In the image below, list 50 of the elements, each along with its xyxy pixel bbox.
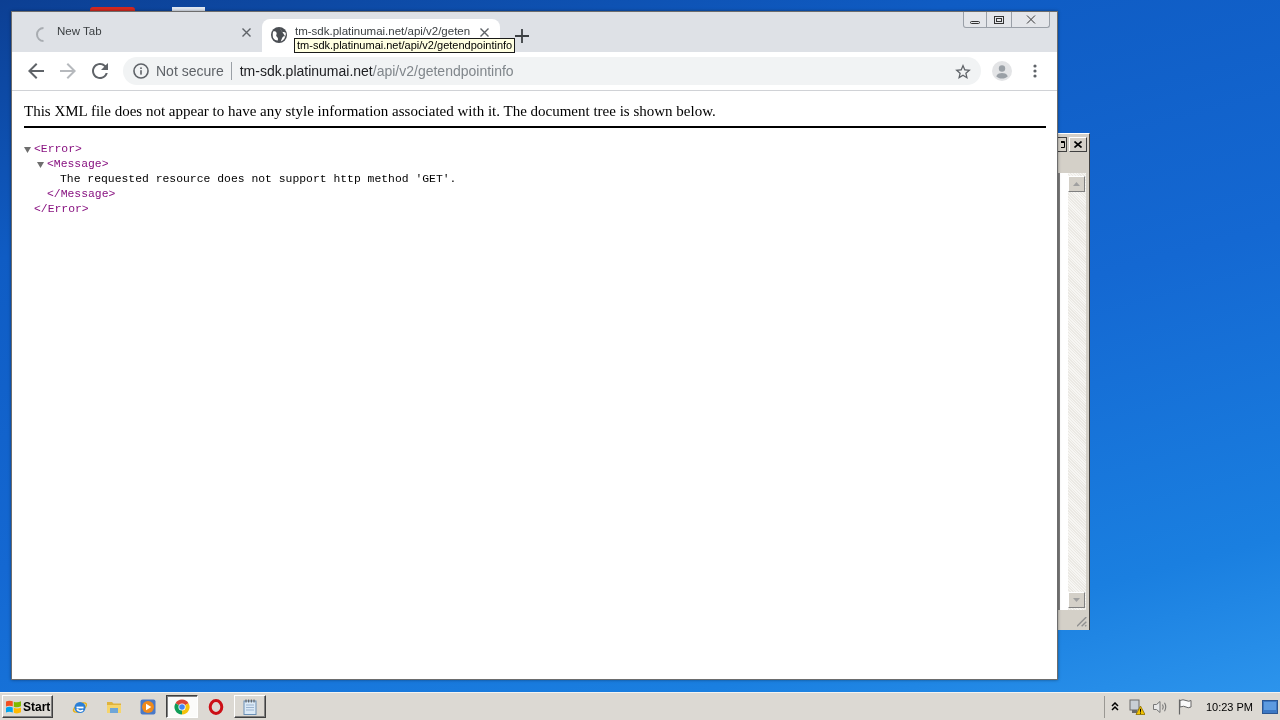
back-arrow-icon [28,63,44,79]
menu-icon[interactable] [1033,64,1037,78]
xml-text: The requested resource does not support http method 'GET'. [60,172,457,187]
minimize-button[interactable] [963,12,987,28]
url-text[interactable]: tm-sdk.platinumai.net/api/v2/getendpointinfo [239,63,514,79]
collapse-triangle-icon[interactable] [24,146,31,153]
start-button[interactable]: Start [2,695,53,718]
forward-arrow-icon [60,63,76,79]
collapse-triangle-icon[interactable] [37,161,44,168]
plus-icon[interactable] [515,28,529,43]
clock-time[interactable]: 10:23 PM [1205,700,1253,713]
network-warning-icon[interactable] [1128,698,1145,715]
browser-icon [174,698,190,715]
start-logo-icon [6,699,21,714]
resize-grip-icon[interactable] [1077,617,1087,627]
close-icon [1025,15,1036,24]
tooltip: tm-sdk.platinumai.net/api/v2/getendpointinfo [294,38,516,53]
browser-tab[interactable]: New Tab [24,19,262,52]
security-label[interactable]: Not secure [156,63,224,79]
speaker-icon[interactable] [1151,698,1168,715]
star-icon[interactable] [955,63,971,79]
scroll-up-button[interactable] [1068,176,1085,192]
xml-close-tag: </Message> [47,187,116,202]
play-icon [140,698,156,715]
xml-open-tag: <Message> [47,157,109,172]
notepad-icon [242,698,258,715]
show-desktop-icon[interactable] [1262,699,1278,714]
xml-close-tag: </Error> [34,202,89,217]
down-arrow-icon [1073,598,1080,602]
close-icon[interactable] [242,28,251,37]
notice-text: This XML file does not appear to have any style information associated with it. The document tree is shown below. [24,102,717,120]
scrollbar[interactable] [1068,173,1086,610]
close-icon [1074,141,1082,148]
ring-icon [208,698,224,715]
maximize-icon [1061,141,1065,148]
up-arrow-icon [1073,182,1080,186]
flag-icon[interactable] [1177,698,1192,715]
avatar-icon[interactable] [992,61,1012,81]
maximize-button[interactable] [1058,137,1067,152]
restore-button[interactable] [987,12,1012,28]
chevron-up-icon[interactable] [1110,702,1119,711]
restore-icon [994,15,1004,24]
minimize-icon [970,20,980,24]
close-icon[interactable] [480,28,489,37]
taskbar-button[interactable] [166,695,198,718]
scroll-down-button[interactable] [1068,592,1085,608]
address-bar[interactable]: Not secure tm-sdk.platinumai.net/api/v2/getendpointinfo [123,57,981,85]
reload-icon [92,63,108,79]
xml-open-tag: <Error> [34,142,82,157]
info-icon[interactable] [133,63,149,79]
